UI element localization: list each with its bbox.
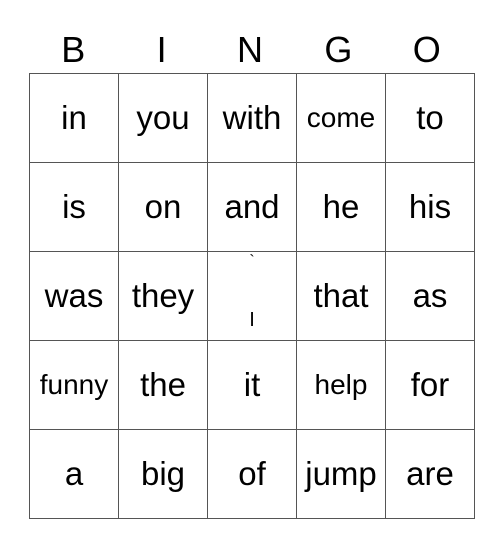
bingo-cell[interactable]: come	[296, 73, 386, 163]
header-letter-n: N	[236, 29, 263, 70]
free-space-cell[interactable]: ` I	[207, 251, 297, 341]
bingo-cell[interactable]: in	[29, 73, 119, 163]
bingo-cell[interactable]: funny	[29, 340, 119, 430]
bingo-cell[interactable]: jump	[296, 429, 386, 519]
bingo-cell[interactable]: the	[118, 340, 208, 430]
bingo-cell[interactable]: they	[118, 251, 208, 341]
grid-row: funny the it help for	[29, 340, 475, 430]
free-space-top-mark: `	[249, 253, 255, 270]
grid-row: a big of jump are	[29, 429, 475, 519]
bingo-cell[interactable]: and	[207, 162, 297, 252]
grid-row: is on and he his	[29, 162, 475, 252]
bingo-cell[interactable]: help	[296, 340, 386, 430]
bingo-cell[interactable]: is	[29, 162, 119, 252]
bingo-cell[interactable]: to	[385, 73, 475, 163]
header-letter-b: B	[61, 29, 86, 70]
header-letter-i: I	[156, 29, 167, 70]
bingo-cell[interactable]: as	[385, 251, 475, 341]
bingo-cell[interactable]: of	[207, 429, 297, 519]
bingo-grid: in you with come to is on and he his was…	[29, 73, 475, 519]
bingo-header: B I N G O	[29, 28, 471, 72]
bingo-cell[interactable]: are	[385, 429, 475, 519]
grid-row: was they ` I that as	[29, 251, 475, 341]
header-letter-g: G	[324, 29, 353, 70]
bingo-cell[interactable]: big	[118, 429, 208, 519]
bingo-cell[interactable]: was	[29, 251, 119, 341]
bingo-cell[interactable]: on	[118, 162, 208, 252]
grid-row: in you with come to	[29, 73, 475, 163]
bingo-cell[interactable]: a	[29, 429, 119, 519]
bingo-cell[interactable]: his	[385, 162, 475, 252]
bingo-cell[interactable]: you	[118, 73, 208, 163]
header-letter-o: O	[412, 29, 441, 70]
bingo-cell[interactable]: that	[296, 251, 386, 341]
bingo-cell[interactable]: for	[385, 340, 475, 430]
bingo-cell[interactable]: it	[207, 340, 297, 430]
bingo-cell[interactable]: he	[296, 162, 386, 252]
bingo-cell[interactable]: with	[207, 73, 297, 163]
free-space-bottom-mark: I	[249, 309, 255, 331]
